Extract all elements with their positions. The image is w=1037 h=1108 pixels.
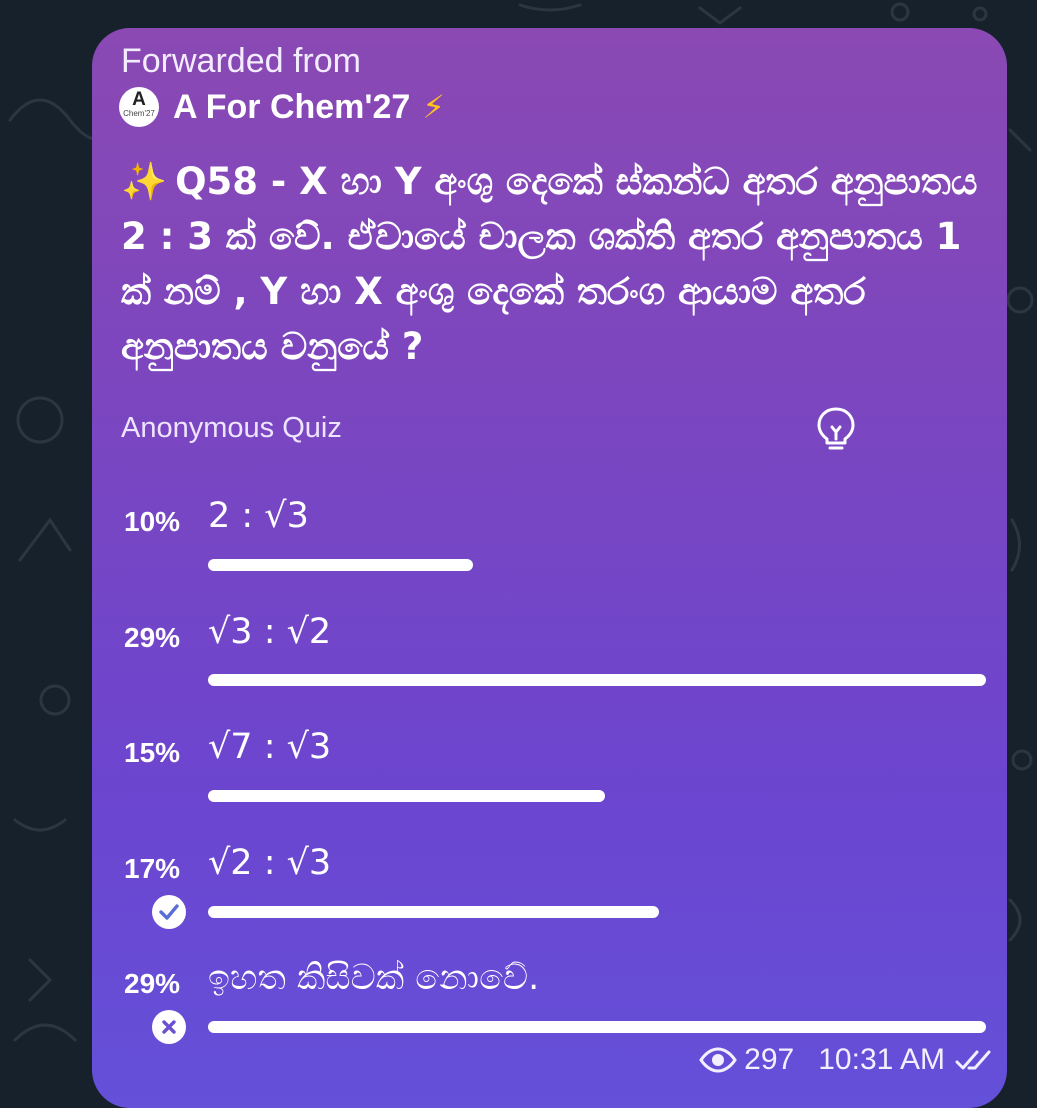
lightning-emoji: ⚡ (422, 88, 445, 126)
poll-option-2[interactable]: 29% √3 : √2 (92, 612, 1007, 728)
poll-option-3[interactable]: 15% √7 : √3 (92, 727, 1007, 843)
option-text: 2 : √3 (208, 496, 309, 536)
option-percent: 10% (124, 506, 181, 537)
option-percent: 29% (124, 968, 181, 999)
explanation-lightbulb-icon[interactable] (814, 405, 858, 455)
option-result-bar (208, 790, 605, 802)
quiz-message-bubble[interactable]: Forwarded from A Chem'27 A For Chem'27 ⚡… (92, 28, 1007, 1108)
message-meta: 297 10:31 AM (698, 1043, 991, 1077)
option-result-bar (208, 674, 986, 686)
forwarded-channel-link[interactable]: A Chem'27 A For Chem'27 ⚡ (119, 85, 445, 129)
option-text: √3 : √2 (208, 612, 332, 652)
views-eye-icon (699, 1047, 737, 1073)
channel-avatar[interactable]: A Chem'27 (119, 87, 159, 127)
option-text: √2 : √3 (208, 843, 332, 883)
quiz-question: ✨ Q58 - X හා Y අංශු දෙකේ ස්කන්ධ අතර අනුපා… (121, 154, 991, 374)
question-text: Q58 - X හා Y අංශු දෙකේ ස්කන්ධ අතර අනුපාත… (121, 160, 978, 368)
option-percent: 29% (124, 622, 181, 653)
poll-option-1[interactable]: 10% 2 : √3 (92, 496, 1007, 612)
message-time: 10:31 AM (818, 1043, 945, 1076)
option-text: √7 : √3 (208, 727, 332, 767)
option-percent: 15% (124, 737, 181, 768)
channel-name[interactable]: A For Chem'27 (173, 88, 410, 127)
correct-answer-check-icon (152, 895, 186, 929)
option-result-bar (208, 1021, 986, 1033)
forwarded-label: Forwarded from (121, 42, 361, 80)
quiz-type-label: Anonymous Quiz (121, 412, 342, 444)
option-text: ඉහත කිසිවක් නොවේ. (208, 958, 540, 998)
read-double-check-icon (955, 1050, 991, 1070)
views-count: 297 (744, 1043, 795, 1076)
poll-option-4[interactable]: 17% √2 : √3 (92, 843, 1007, 959)
avatar-caption: Chem'27 (123, 109, 155, 118)
avatar-letter: A (132, 89, 146, 110)
option-result-bar (208, 906, 659, 918)
wrong-answer-cross-icon (152, 1010, 186, 1044)
option-percent: 17% (124, 853, 181, 884)
option-result-bar (208, 559, 473, 571)
sparkles-emoji: ✨ (121, 160, 168, 203)
